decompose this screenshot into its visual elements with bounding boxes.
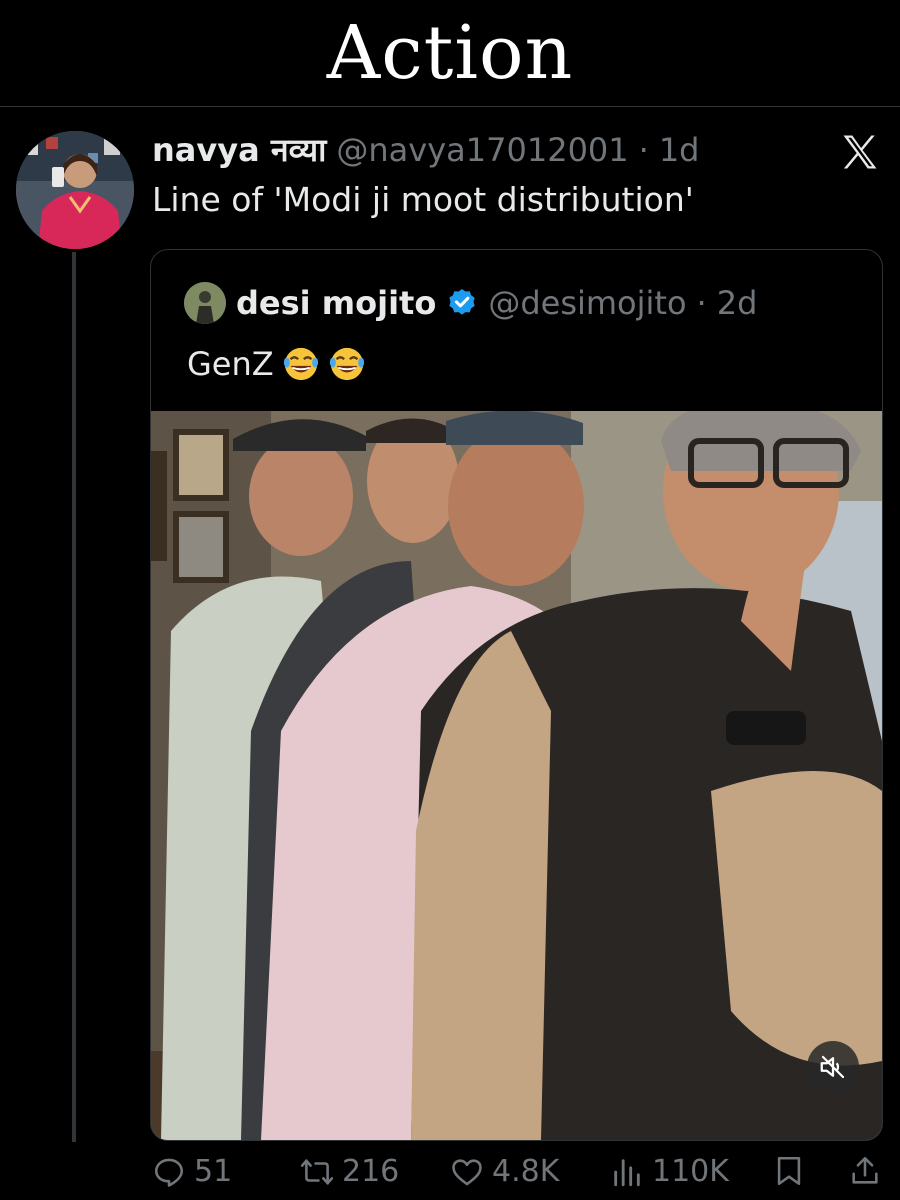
quoted-separator-dot: · (696, 284, 707, 322)
tweet-header: navya नव्या @navya17012001 · 1d (152, 128, 699, 171)
banner-title: Action (326, 10, 574, 96)
tears-of-joy-emoji-icon (329, 347, 364, 381)
quoted-tweet-text-row: GenZ (187, 345, 366, 383)
separator-dot: · (638, 131, 649, 169)
repost-button[interactable]: 216 (300, 1154, 399, 1189)
video-frame (151, 411, 882, 1140)
like-count: 4.8K (492, 1154, 560, 1189)
repost-icon (300, 1158, 334, 1185)
author-name[interactable]: navya नव्या (152, 128, 326, 171)
quoted-author-handle[interactable]: @desimojito (488, 284, 686, 322)
like-button[interactable]: 4.8K (450, 1154, 559, 1189)
bookmark-icon (777, 1156, 801, 1186)
share-button[interactable] (848, 1154, 882, 1188)
video-media[interactable] (151, 411, 882, 1140)
reply-count: 51 (194, 1154, 233, 1189)
quoted-tweet-header: desi mojito @desimojito · 2d (184, 282, 757, 324)
quoted-author-avatar[interactable] (184, 282, 226, 324)
views-button[interactable]: 110K (610, 1154, 729, 1189)
share-icon (852, 1156, 878, 1184)
action-bar: 51 216 4.8K 110K (0, 1150, 900, 1200)
quoted-tweet-time[interactable]: 2d (717, 284, 758, 322)
banner: Action (0, 0, 900, 107)
quoted-tweet-text: GenZ (187, 345, 274, 383)
repost-count: 216 (342, 1154, 400, 1189)
views-icon (614, 1158, 640, 1186)
verified-badge-icon (449, 289, 475, 315)
x-logo-icon (843, 135, 877, 169)
tweet-time[interactable]: 1d (659, 131, 700, 169)
mute-icon (820, 1055, 845, 1079)
author-handle[interactable]: @navya17012001 (336, 131, 628, 169)
views-count: 110K (652, 1154, 729, 1189)
bookmark-button[interactable] (772, 1154, 806, 1188)
quoted-tweet[interactable]: desi mojito @desimojito · 2d GenZ (150, 249, 883, 1141)
tears-of-joy-emoji-icon (283, 347, 318, 381)
reply-button[interactable]: 51 (152, 1154, 232, 1189)
thread-line (72, 252, 76, 1142)
tweet-text: Line of 'Modi ji moot distribution' (152, 180, 694, 219)
quoted-author-name[interactable]: desi mojito (236, 284, 436, 322)
author-avatar[interactable] (16, 131, 134, 249)
like-icon (452, 1158, 482, 1185)
reply-icon (154, 1158, 184, 1187)
mute-button[interactable] (807, 1041, 859, 1093)
